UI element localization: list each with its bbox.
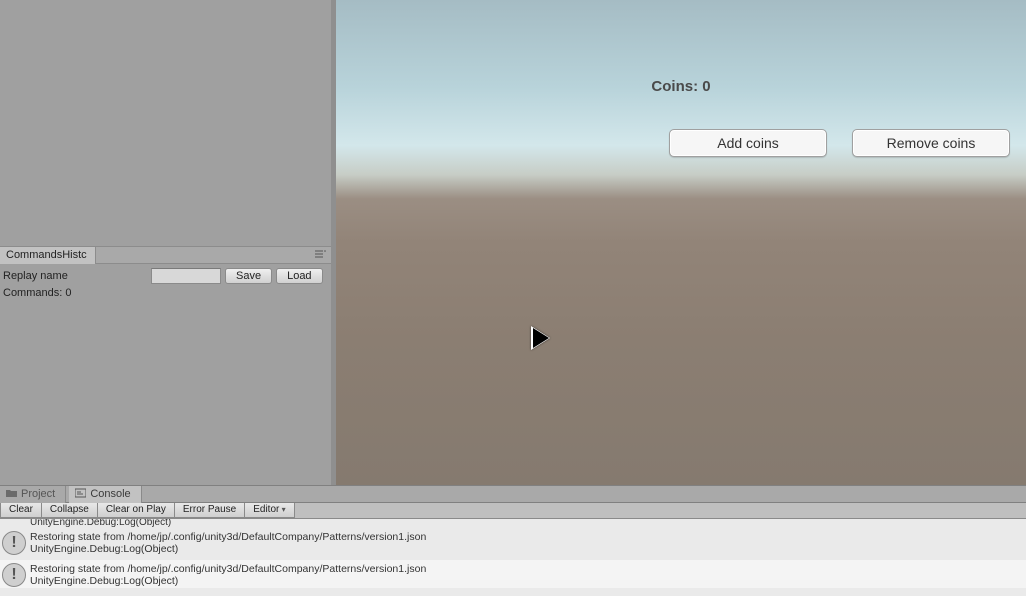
collapse-button[interactable]: Collapse <box>41 503 98 518</box>
add-coins-button[interactable]: Add coins <box>669 129 827 157</box>
play-cursor-icon <box>533 328 549 348</box>
log-entry[interactable]: Restoring state from /home/jp/.config/un… <box>0 528 1026 556</box>
error-pause-button[interactable]: Error Pause <box>174 503 245 518</box>
load-button[interactable]: Load <box>276 268 322 284</box>
save-button[interactable]: Save <box>225 268 272 284</box>
console-icon <box>75 487 86 497</box>
log-line-partial: UnityEngine.Debug:Log(Object) <box>0 519 1026 527</box>
coins-counter-label: Coins: 0 <box>336 78 1026 95</box>
panel-options-icon[interactable] <box>313 249 327 263</box>
game-view: Coins: 0 Add coins Remove coins <box>336 0 1026 485</box>
folder-icon <box>6 487 17 497</box>
editor-dropdown[interactable]: Editor <box>244 503 294 518</box>
tab-project[interactable]: Project <box>0 486 66 503</box>
console-log-list[interactable]: UnityEngine.Debug:Log(Object) Restoring … <box>0 519 1026 596</box>
log-text: Restoring state from /home/jp/.config/un… <box>30 530 1022 555</box>
log-entry[interactable]: Restoring state from /home/jp/.config/un… <box>0 560 1026 588</box>
tab-console-label: Console <box>90 488 130 500</box>
tab-project-label: Project <box>21 488 55 500</box>
inspector-tab-bar: CommandsHistc <box>0 246 331 264</box>
replay-name-input[interactable] <box>151 268 221 284</box>
bottom-tab-bar: Project Console <box>0 485 1026 503</box>
tab-console[interactable]: Console <box>69 486 141 503</box>
remove-coins-button[interactable]: Remove coins <box>852 129 1010 157</box>
replay-name-label: Replay name <box>3 270 147 282</box>
tab-commands-history[interactable]: CommandsHistc <box>0 247 96 264</box>
clear-button[interactable]: Clear <box>0 503 42 518</box>
info-icon <box>2 531 26 555</box>
inspector-empty-area <box>0 0 331 246</box>
console-toolbar: Clear Collapse Clear on Play Error Pause… <box>0 503 1026 519</box>
clear-on-play-button[interactable]: Clear on Play <box>97 503 175 518</box>
info-icon <box>2 563 26 587</box>
commands-count-label: Commands: 0 <box>3 287 71 299</box>
log-text: Restoring state from /home/jp/.config/un… <box>30 562 1022 587</box>
inspector-panel: CommandsHistc Replay name Save Load Comm… <box>0 0 331 485</box>
